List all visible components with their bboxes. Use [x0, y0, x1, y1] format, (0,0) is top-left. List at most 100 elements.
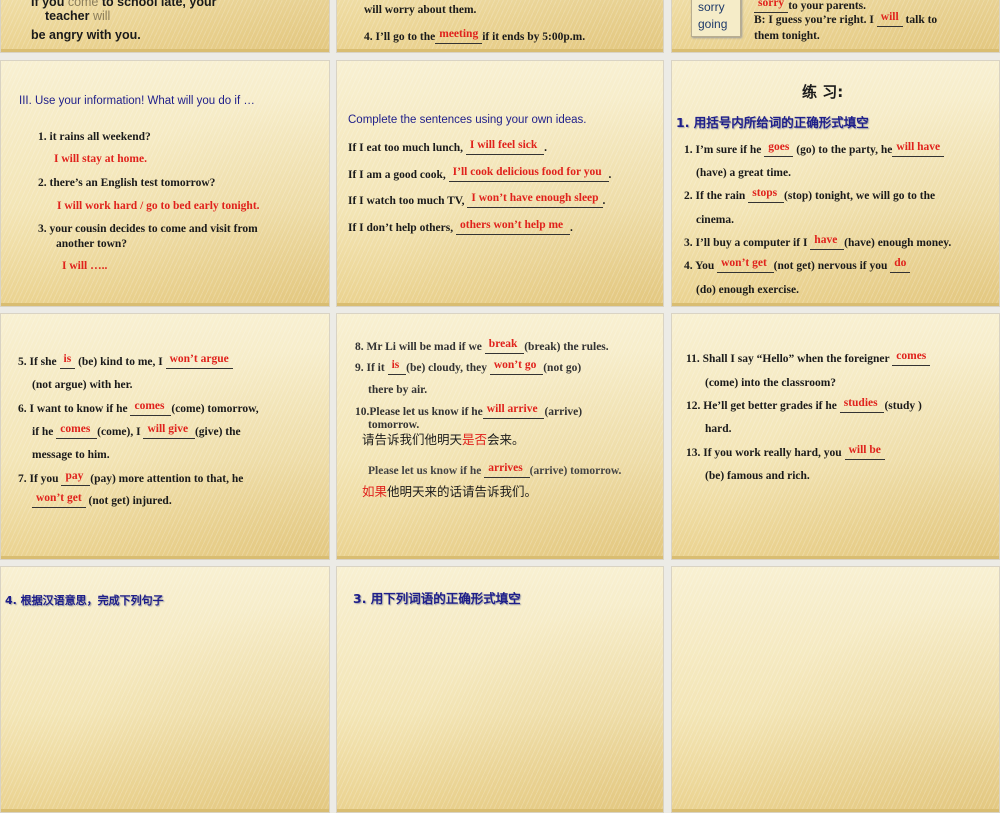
chinese-text: 他明天来的话请告诉我们。	[387, 484, 538, 499]
slide-text-line: 2. there’s an English test tomorrow?	[38, 176, 215, 190]
text-segment: message to him.	[32, 449, 110, 461]
answer-blank: I’ll cook delicious food for you	[448, 166, 609, 182]
text-segment: If I don’t help others,	[348, 222, 456, 234]
text-segment: 1. it rains all weekend?	[38, 131, 151, 143]
text-segment: 4. I’ll go to the	[364, 31, 436, 43]
answer-text: studies	[843, 397, 881, 409]
answer-blank: have	[810, 234, 845, 250]
text-segment: (not argue) with her.	[32, 379, 133, 391]
slide-text-line: 11. Shall I say “Hello” when the foreign…	[686, 350, 931, 366]
chinese-text: 请告诉我们他明天	[362, 432, 463, 447]
slide-title: 4. 根据汉语意思，完成下列句子	[5, 594, 164, 607]
answer-blank: pay	[61, 470, 91, 486]
answer-blank: won’t get	[32, 492, 86, 508]
answer-text: comes	[60, 423, 94, 435]
slide-thumbnail[interactable]: 练 习: 1. 用括号内所给词的正确形式填空 1. I’m sure if he…	[671, 60, 1000, 307]
answer-blank: won’t go	[489, 359, 544, 375]
text-segment: 10.Please let us know if he	[355, 406, 483, 418]
slide-thumbnail[interactable]: III. Use your information! What will you…	[0, 60, 330, 307]
slide-title: Complete the sentences using your own id…	[348, 114, 587, 126]
answer-blank: goes	[764, 141, 794, 157]
slide-text-line: (do) enough exercise.	[696, 283, 799, 297]
slide-thumbnail[interactable]: 5. If she is (be) kind to me, I won’t ar…	[0, 313, 330, 560]
text-segment: (have) enough money.	[844, 237, 952, 249]
text-segment: 7. If you	[18, 473, 62, 485]
text-segment: If I am a good cook,	[348, 169, 449, 181]
slide-thumbnail[interactable]: If you come to school late, your teacher…	[0, 0, 330, 53]
word-box: sorry going	[691, 0, 741, 37]
text-segment: if it ends by 5:00p.m.	[482, 31, 586, 43]
slide-text-line: If I don’t help others, others won’t hel…	[348, 219, 573, 235]
text-segment: 13. If you work really hard, you	[686, 447, 845, 459]
highlighted-word: will	[92, 9, 111, 23]
slide-thumbnail[interactable]: sorry going sorry to your parents. B: I g…	[671, 0, 1000, 53]
slide-text-line: (have) a great time.	[696, 166, 791, 180]
answer-blank: comes	[130, 400, 172, 416]
text-segment: (not get) injured.	[85, 495, 172, 507]
slide-text-line: 4. I’ll go to the meeting if it ends by 5:…	[364, 28, 586, 44]
text-segment: (be) famous and rich.	[705, 470, 810, 482]
text-segment: 4. You	[684, 260, 718, 272]
answer-blank: break	[484, 338, 525, 354]
answer-text: sorry	[758, 0, 785, 9]
slide-text-line: another town?	[56, 237, 127, 251]
slide-text-line: 1. it rains all weekend?	[38, 130, 151, 144]
text-segment: (arrive)	[544, 406, 583, 418]
slide-thumbnail[interactable]: 8. Mr Li will be mad if we break (break)…	[336, 313, 664, 560]
slide-text-line: message to him.	[32, 448, 110, 462]
slide-thumbnail[interactable]: Complete the sentences using your own id…	[336, 60, 664, 307]
answer-text: will be	[848, 444, 881, 456]
slide-text-line: Please let us know if he arrives (arrive…	[368, 462, 621, 478]
text-segment: teacher	[45, 9, 93, 23]
chinese-text: 会来。	[487, 432, 525, 447]
answer-text: have	[814, 234, 841, 246]
answer-text: is	[391, 359, 403, 371]
text-segment: hard.	[705, 423, 732, 435]
text-segment: be angry with you.	[31, 28, 141, 42]
answer-blank: I won’t have enough sleep	[467, 192, 603, 208]
answer-blank: will have	[892, 141, 945, 157]
answer-blank: comes	[892, 350, 931, 366]
slide-subtitle: 1. 用括号内所给词的正确形式填空	[676, 115, 869, 130]
text-segment: (do) enough exercise.	[696, 284, 799, 296]
slide-text-line: If I eat too much lunch, I will feel sic…	[348, 139, 547, 155]
text-segment: 3. your cousin decides to come and visit…	[38, 223, 258, 235]
slide-text-line: there by air.	[368, 383, 427, 397]
slide-text-line: 8. Mr Li will be mad if we break (break)…	[355, 338, 609, 354]
answer-blank: will give	[143, 423, 195, 439]
slide-text-line: 3. I’ll buy a computer if I have (have) …	[684, 234, 952, 250]
slide-text-line: (not argue) with her.	[32, 378, 133, 392]
slide-text-line: if he comes (come), I will give (give) t…	[32, 423, 241, 439]
text-segment: 2. If the rain	[684, 190, 749, 202]
answer-text: break	[488, 338, 521, 350]
answer-text: I won’t have enough sleep	[471, 192, 599, 204]
answer-blank: arrives	[484, 462, 530, 478]
slide-thumbnail[interactable]: 4. 根据汉语意思，完成下列句子	[0, 566, 330, 813]
slide-text-line: 10.Please let us know if he will arrive (…	[355, 403, 583, 419]
slide-thumbnail[interactable]: will worry about them. 4. I’ll go to the…	[336, 0, 664, 53]
slide-text-line: them tonight.	[754, 29, 820, 43]
slide-text-line: I will …..	[62, 259, 107, 273]
answer-text: goes	[768, 141, 790, 153]
text-segment: (come) into the classroom?	[705, 377, 837, 389]
slide-text-line: 请告诉我们他明天是否会来。	[362, 433, 525, 448]
answer-text: do	[894, 257, 907, 269]
word-box-item: going	[698, 17, 728, 31]
text-segment: there by air.	[368, 384, 428, 396]
slide-thumbnail[interactable]	[671, 566, 1000, 813]
slide-thumbnail[interactable]: 3. 用下列词语的正确形式填空	[336, 566, 664, 813]
slide-thumbnail[interactable]: 11. Shall I say “Hello” when the foreign…	[671, 313, 1000, 560]
answer-blank: will arrive	[482, 403, 545, 419]
text-segment: 1. I’m sure if he	[684, 144, 765, 156]
answer-text: won’t go	[493, 359, 540, 371]
answer-text: will have	[896, 141, 941, 153]
answer-text: won’t get	[721, 257, 770, 269]
answer-text: I’ll cook delicious food for you	[452, 166, 605, 178]
answer-blank: is	[59, 353, 76, 369]
text-segment: talk to	[902, 14, 938, 26]
text-segment: them tonight.	[754, 30, 820, 42]
slide-text-line: cinema.	[696, 213, 734, 227]
slide-text-line: won’t get (not get) injured.	[32, 492, 172, 508]
slide-text-line: If I watch too much TV, I won’t have eno…	[348, 192, 605, 208]
slide-text-line: 1. I’m sure if he goes (go) to the party…	[684, 141, 945, 157]
